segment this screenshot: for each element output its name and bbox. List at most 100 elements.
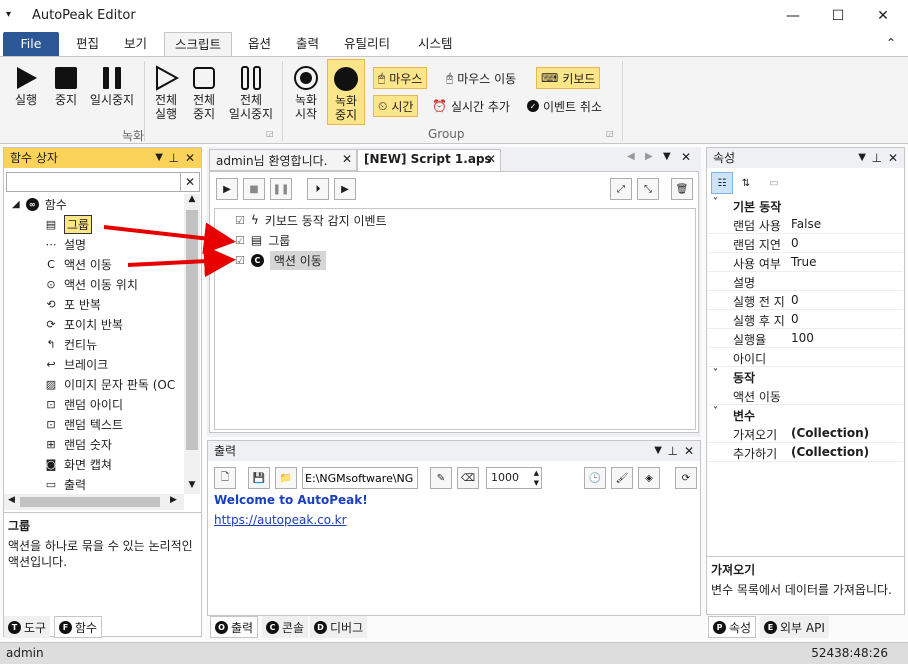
sort-alpha-icon[interactable]: ⇅ <box>735 172 757 194</box>
refresh-icon[interactable]: ⟳ <box>675 467 697 489</box>
pin-icon[interactable]: ⊥ <box>668 441 678 461</box>
tab-view[interactable]: 보기 <box>114 32 157 56</box>
maximize-button[interactable]: ☐ <box>815 0 861 32</box>
fill-icon[interactable]: ◈ <box>638 467 660 489</box>
close-icon[interactable]: ✕ <box>684 441 694 461</box>
close-button[interactable]: ✕ <box>860 0 906 32</box>
output-path-input[interactable] <box>302 467 418 489</box>
dropdown-icon[interactable]: ▼ <box>654 441 662 461</box>
mouse-move-toggle[interactable]: 🖰 마우스 이동 <box>442 67 520 89</box>
hscroll-thumb[interactable] <box>20 497 160 507</box>
function-item[interactable]: ⊡ 랜덤 텍스트 <box>44 414 123 434</box>
close-tab-icon[interactable]: ✕ <box>342 152 352 166</box>
scroll-right-icon[interactable]: ▶ <box>170 495 177 505</box>
realtime-add-button[interactable]: ⏰ 실시간 추가 <box>428 95 514 117</box>
function-item[interactable]: ⊡ 랜덤 아이디 <box>44 394 123 414</box>
tab-system[interactable]: 시스템 <box>408 32 463 56</box>
tab-next-icon[interactable]: ▶ <box>645 151 653 162</box>
clear-search-icon[interactable]: ✕ <box>180 172 200 192</box>
collapse-all-icon[interactable]: ⤡ <box>637 178 659 200</box>
scroll-up-icon[interactable]: ▲ <box>184 194 200 204</box>
tab-script1[interactable]: [NEW] Script 1.aps ✕ <box>357 149 501 171</box>
scroll-left-icon[interactable]: ◀ <box>8 495 15 505</box>
property-pages-icon[interactable]: ▭ <box>763 172 785 194</box>
function-item[interactable]: ⋯ 설명 <box>44 234 87 254</box>
output-link[interactable]: https://autopeak.co.kr <box>214 513 347 527</box>
script-step-button[interactable]: ⏵ <box>307 178 329 200</box>
function-item[interactable]: ⊙ 액션 이동 위치 <box>44 274 137 294</box>
function-item[interactable]: ▭ 출력 <box>44 474 86 494</box>
script-item-group[interactable]: ☑ ▤ 그룹 <box>235 230 290 250</box>
stop-button[interactable]: 중지 <box>48 63 84 107</box>
checkbox-checked[interactable]: ☑ <box>235 234 245 247</box>
function-item[interactable]: ▨ 이미지 문자 판독 (OC <box>44 374 175 394</box>
line-count-spinner[interactable]: 1000 ▲ ▼ <box>486 467 542 489</box>
tab-utility[interactable]: 유틸리티 <box>334 32 400 56</box>
output-new-icon[interactable]: 🗋 <box>214 467 236 489</box>
script-run-button[interactable]: ▶ <box>216 178 238 200</box>
brush-icon[interactable]: 🖌 <box>611 467 633 489</box>
chevron-down-icon[interactable]: ˅ <box>713 406 718 417</box>
tree-root[interactable]: ◢ ∞ 함수 <box>12 194 67 214</box>
event-cancel-button[interactable]: ✓ 이벤트 취소 <box>523 95 606 117</box>
function-item[interactable]: ◙ 화면 캡쳐 <box>44 454 112 474</box>
tab-file[interactable]: File <box>3 32 59 56</box>
ribbon-collapse-icon[interactable]: ⌃ <box>886 36 896 50</box>
function-item[interactable]: ⟲ 포 반복 <box>44 294 101 314</box>
function-item[interactable]: C 액션 이동 <box>44 254 112 274</box>
dialog-launcher-icon[interactable]: ◲ <box>606 129 614 138</box>
property-row[interactable]: 추가하기 (Collection) <box>707 443 903 462</box>
property-row[interactable]: 사용 여부 True <box>707 253 903 272</box>
script-pause-button[interactable]: ❚❚ <box>270 178 292 200</box>
close-icon[interactable]: ✕ <box>888 148 898 168</box>
eraser-icon[interactable]: ⌫ <box>457 467 479 489</box>
function-item[interactable]: ⊞ 랜덤 숫자 <box>44 434 112 454</box>
script-item-keyboard-event[interactable]: ☑ ϟ 키보드 동작 감지 이벤트 <box>235 210 387 230</box>
keyboard-toggle[interactable]: ⌨ 키보드 <box>536 67 601 89</box>
pin-icon[interactable]: ⊥ <box>872 148 882 168</box>
record-start-button[interactable]: 녹화 시작 <box>288 63 324 121</box>
function-item[interactable]: ↩ 브레이크 <box>44 354 108 374</box>
function-search-input[interactable] <box>6 172 181 192</box>
function-scrollbar[interactable]: ▲ ▼ <box>184 194 200 494</box>
dropdown-icon[interactable]: ▼ <box>155 148 163 168</box>
pin-icon[interactable]: ⊥ <box>169 148 179 168</box>
spinner-arrows-icon[interactable]: ▲ ▼ <box>534 468 539 488</box>
tab-script[interactable]: 스크립트 <box>164 32 233 56</box>
system-menu-icon[interactable]: ▾ <box>6 9 11 20</box>
tab-welcome[interactable]: admin님 환영합니다. ✕ <box>209 149 357 171</box>
property-section[interactable]: ˅ 변수 <box>707 405 903 424</box>
pause-button[interactable]: 일시중지 <box>86 63 138 107</box>
tab-list-icon[interactable]: ▼ <box>663 151 671 162</box>
checkbox-checked[interactable]: ☑ <box>235 254 245 267</box>
tab-tools[interactable]: T 도구 <box>4 616 51 638</box>
tab-edit[interactable]: 편집 <box>66 32 109 56</box>
clock-icon[interactable]: 🕒 <box>584 467 606 489</box>
scroll-down-icon[interactable]: ▼ <box>184 480 200 490</box>
property-section[interactable]: ˅ 동작 <box>707 367 903 386</box>
stop-all-button[interactable]: 전체 중지 <box>186 63 222 121</box>
tab-debug[interactable]: D 디버그 <box>310 616 368 638</box>
script-item-action-move[interactable]: ☑ C 액션 이동 <box>235 250 326 270</box>
property-section[interactable]: ˅ 기본 동작 <box>707 196 903 215</box>
scroll-thumb[interactable] <box>186 210 198 450</box>
run-all-button[interactable]: 전체 실행 <box>148 63 184 121</box>
property-row[interactable]: 액션 이동 <box>707 386 903 405</box>
function-item[interactable]: ⟳ 포이치 반복 <box>44 314 123 334</box>
property-row[interactable]: 실행 전 지 0 <box>707 291 903 310</box>
run-button[interactable]: 실행 <box>8 63 44 107</box>
property-row[interactable]: 실행율 100 <box>707 329 903 348</box>
time-toggle[interactable]: ⏲ 시간 <box>373 95 419 117</box>
property-row[interactable]: 아이디 <box>707 348 903 367</box>
collapse-icon[interactable]: ◢ <box>12 199 20 210</box>
record-stop-button[interactable]: 녹화 중지 <box>327 59 365 125</box>
tab-external-api[interactable]: E 외부 API <box>760 616 829 638</box>
clear-brush-icon[interactable]: ✎ <box>430 467 452 489</box>
property-row[interactable]: 설명 <box>707 272 903 291</box>
script-stop-button[interactable]: ■ <box>243 178 265 200</box>
function-hscrollbar[interactable]: ◀ ▶ <box>4 494 184 510</box>
script-next-button[interactable]: ▶ <box>334 178 356 200</box>
expand-icon[interactable]: ⤢ <box>610 178 632 200</box>
delete-icon[interactable]: 🗑 <box>671 178 693 200</box>
tab-prev-icon[interactable]: ◀ <box>627 151 635 162</box>
